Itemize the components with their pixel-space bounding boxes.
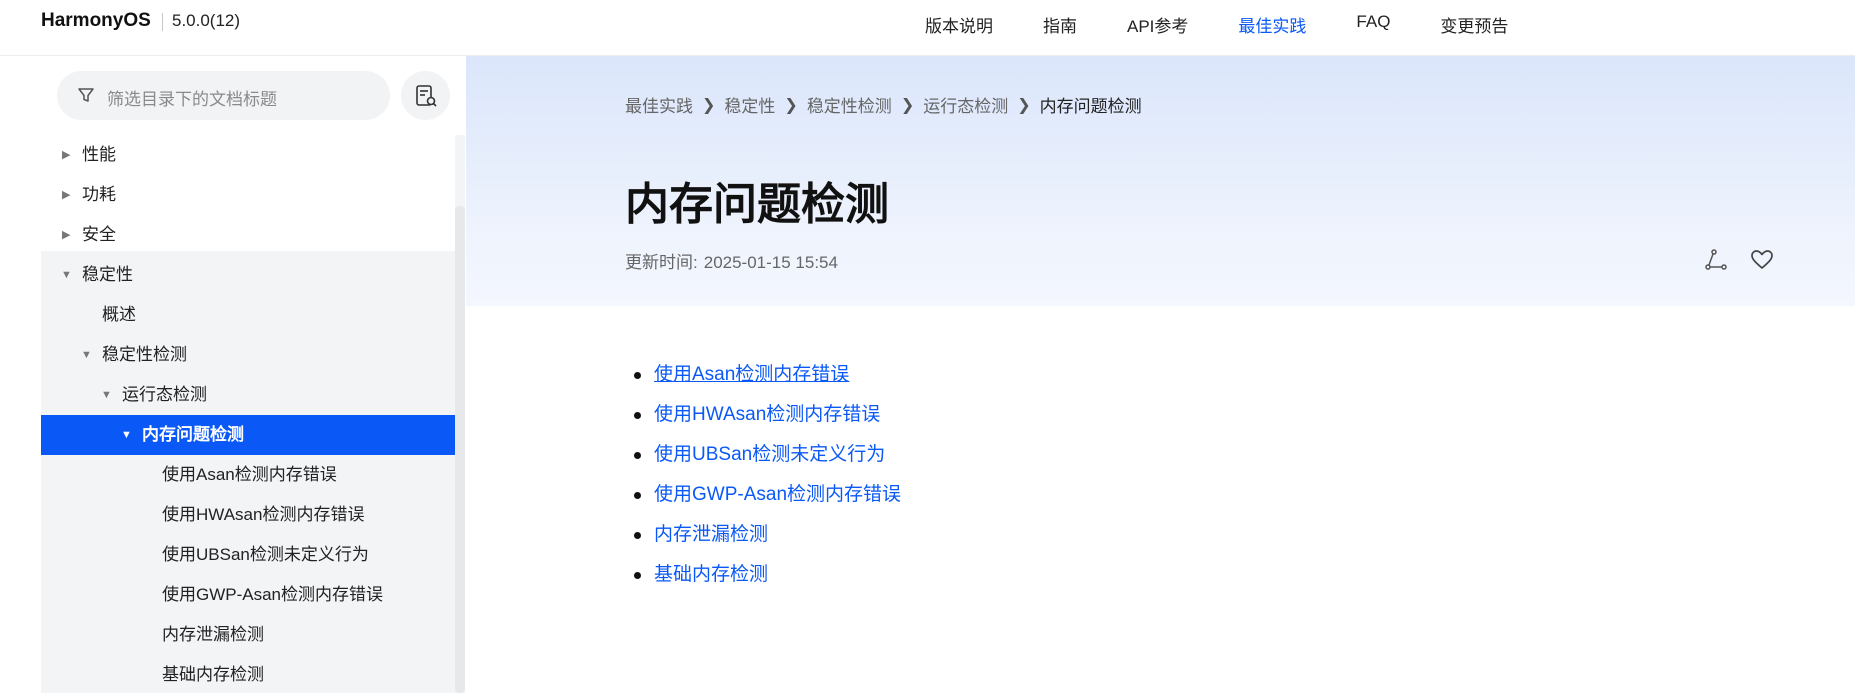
tree-item-overview[interactable]: 概述: [41, 295, 455, 335]
tree-item-runtime-detection[interactable]: ▼ 运行态检测: [41, 375, 455, 415]
nav-change-preview[interactable]: 变更预告: [1440, 12, 1508, 37]
link-gwp-asan[interactable]: 使用GWP-Asan检测内存错误: [654, 484, 901, 505]
breadcrumb-item[interactable]: 最佳实践: [625, 92, 693, 117]
updated-time: 更新时间: 2025-01-15 15:54: [625, 248, 838, 273]
share-icon[interactable]: [1704, 248, 1728, 272]
chevron-right-icon: ❯: [1017, 96, 1031, 114]
tree-item-power[interactable]: ▶ 功耗: [41, 175, 455, 215]
chevron-right-icon: ❯: [702, 96, 716, 114]
updated-value: 2025-01-15 15:54: [703, 253, 838, 272]
caret-right-icon: ▶: [62, 229, 71, 241]
caret-down-icon: ▼: [121, 429, 132, 441]
tree-item-label: 运行态检测: [122, 385, 207, 404]
updated-label: 更新时间:: [625, 253, 698, 272]
tree-item-security[interactable]: ▶ 安全: [41, 215, 455, 255]
caret-down-icon: ▼: [61, 269, 72, 281]
nav-guide[interactable]: 指南: [1043, 12, 1077, 37]
tree-item-label: 使用Asan检测内存错误: [162, 465, 337, 484]
tree-item-hwasan[interactable]: 使用HWAsan检测内存错误: [41, 495, 455, 535]
sidebar-scrollbar-thumb[interactable]: [455, 206, 465, 693]
list-item: 使用GWP-Asan检测内存错误: [630, 475, 901, 515]
page-title: 内存问题检测: [625, 180, 889, 229]
tree-item-stability[interactable]: ▼ 稳定性: [41, 255, 455, 295]
tree-item-basic-memory[interactable]: 基础内存检测: [41, 655, 455, 695]
filter-input[interactable]: 筛选目录下的文档标题: [57, 71, 390, 120]
link-memory-leak[interactable]: 内存泄漏检测: [654, 524, 768, 545]
link-basic-memory[interactable]: 基础内存检测: [654, 564, 768, 585]
tree-item-label: 稳定性检测: [102, 345, 187, 364]
version-selector[interactable]: 5.0.0(12): [172, 11, 240, 31]
brand-divider: [162, 13, 163, 31]
tree-item-memory-leak[interactable]: 内存泄漏检测: [41, 615, 455, 655]
tree-item-ubsan[interactable]: 使用UBSan检测未定义行为: [41, 535, 455, 575]
link-hwasan[interactable]: 使用HWAsan检测内存错误: [654, 404, 880, 425]
funnel-icon: [78, 88, 94, 102]
caret-right-icon: ▶: [62, 189, 71, 201]
tree-item-performance[interactable]: ▶ 性能: [41, 135, 455, 175]
breadcrumb-item[interactable]: 稳定性检测: [807, 92, 892, 117]
nav-release-notes[interactable]: 版本说明: [925, 12, 993, 37]
tree-item-label: 使用UBSan检测未定义行为: [162, 545, 369, 564]
tree-item-gwp-asan[interactable]: 使用GWP-Asan检测内存错误: [41, 575, 455, 615]
nav-best-practices[interactable]: 最佳实践: [1238, 12, 1306, 37]
breadcrumb-item[interactable]: 运行态检测: [923, 92, 1008, 117]
list-item: 基础内存检测: [630, 555, 901, 595]
tree-item-label: 功耗: [82, 185, 116, 204]
tree-item-label: 基础内存检测: [162, 665, 264, 684]
tree-item-label: 概述: [102, 305, 136, 324]
tree-item-label: 内存问题检测: [142, 425, 244, 444]
top-bar: HarmonyOS 5.0.0(12) 版本说明 指南 API参考 最佳实践 F…: [0, 0, 1855, 56]
caret-down-icon: ▼: [101, 389, 112, 401]
list-item: 使用Asan检测内存错误: [630, 355, 901, 395]
tree-item-label: 使用GWP-Asan检测内存错误: [162, 585, 384, 604]
nav-api-reference[interactable]: API参考: [1127, 12, 1188, 37]
tree-item-label: 稳定性: [82, 265, 133, 284]
list-item: 使用HWAsan检测内存错误: [630, 395, 901, 435]
link-asan[interactable]: 使用Asan检测内存错误: [654, 364, 849, 385]
tree-item-memory-detection[interactable]: ▼ 内存问题检测: [41, 415, 455, 455]
nav-faq[interactable]: FAQ: [1356, 12, 1390, 37]
main-nav: 版本说明 指南 API参考 最佳实践 FAQ 变更预告: [925, 12, 1558, 37]
sidebar: 筛选目录下的文档标题 ▶ 性能 ▶ 功耗 ▶ 安全 ▼ 稳定性 概述 ▼ 稳定性…: [0, 56, 466, 693]
tree-item-label: 内存泄漏检测: [162, 625, 264, 644]
filter-placeholder: 筛选目录下的文档标题: [107, 90, 277, 109]
document-search-icon: [416, 85, 437, 107]
list-item: 内存泄漏检测: [630, 515, 901, 555]
tree-item-stability-detection[interactable]: ▼ 稳定性检测: [41, 335, 455, 375]
sub-topic-list: 使用Asan检测内存错误 使用HWAsan检测内存错误 使用UBSan检测未定义…: [630, 355, 901, 595]
breadcrumb-current: 内存问题检测: [1039, 97, 1142, 116]
tree-item-asan[interactable]: 使用Asan检测内存错误: [41, 455, 455, 495]
caret-down-icon: ▼: [81, 349, 92, 361]
tree-item-label: 安全: [82, 225, 116, 244]
tree-item-label: 使用HWAsan检测内存错误: [162, 505, 365, 524]
heart-icon[interactable]: [1750, 248, 1774, 272]
caret-right-icon: ▶: [62, 149, 71, 161]
chevron-right-icon: ❯: [784, 96, 798, 114]
tree-item-label: 性能: [82, 145, 116, 164]
list-item: 使用UBSan检测未定义行为: [630, 435, 901, 475]
breadcrumb-item[interactable]: 稳定性: [724, 92, 775, 117]
chevron-right-icon: ❯: [900, 96, 915, 114]
breadcrumb: 最佳实践 ❯ 稳定性 ❯ 稳定性检测 ❯ 运行态检测 ❯ 内存问题检测: [625, 92, 1142, 117]
brand-logo[interactable]: HarmonyOS: [41, 10, 151, 32]
document-search-button[interactable]: [401, 71, 450, 120]
link-ubsan[interactable]: 使用UBSan检测未定义行为: [654, 444, 885, 465]
